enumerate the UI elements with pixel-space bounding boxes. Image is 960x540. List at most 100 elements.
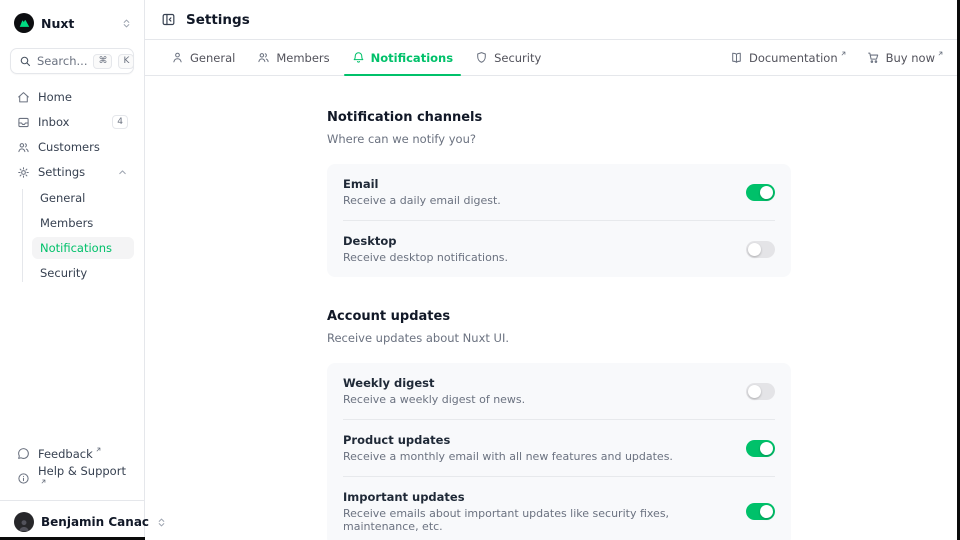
toggle-knob xyxy=(760,186,773,199)
people-icon xyxy=(257,51,270,64)
sidebar-item-notifications[interactable]: Notifications xyxy=(32,237,134,259)
app-window: Nuxt Search... ⌘ K Home xyxy=(0,0,960,540)
toolbar-actions: Documentation Buy now xyxy=(730,40,944,75)
setting-row-important-updates: Important updates Receive emails about i… xyxy=(327,477,791,540)
section-subtitle: Receive updates about Nuxt UI. xyxy=(327,331,791,345)
external-link-icon xyxy=(937,50,944,57)
external-link-icon xyxy=(40,478,47,485)
setting-row-weekly-digest: Weekly digest Receive a weekly digest of… xyxy=(327,363,791,419)
sidebar-item-customers[interactable]: Customers xyxy=(10,136,134,158)
kbd-meta: ⌘ xyxy=(93,54,112,69)
setting-text: Email Receive a daily email digest. xyxy=(343,177,732,207)
setting-row-desktop: Desktop Receive desktop notifications. xyxy=(327,221,791,277)
email-toggle[interactable] xyxy=(746,184,775,201)
section-account-updates: Account updates Receive updates about Nu… xyxy=(327,309,791,540)
tab-members[interactable]: Members xyxy=(247,40,339,75)
section-title: Account updates xyxy=(327,309,791,324)
settings-content: Notification channels Where can we notif… xyxy=(145,76,960,540)
setting-label: Product updates xyxy=(343,433,732,447)
search-icon xyxy=(19,55,31,67)
setting-text: Product updates Receive a monthly email … xyxy=(343,433,732,463)
sidebar-footer-divider xyxy=(0,500,144,501)
setting-description: Receive a weekly digest of news. xyxy=(343,393,732,406)
section-title: Notification channels xyxy=(327,110,791,125)
documentation-label: Documentation xyxy=(749,50,847,65)
sidebar-item-members[interactable]: Members xyxy=(32,212,134,234)
section-notification-channels: Notification channels Where can we notif… xyxy=(327,110,791,277)
toggle-knob xyxy=(748,385,761,398)
documentation-link[interactable]: Documentation xyxy=(730,50,847,65)
person-icon xyxy=(171,51,184,64)
sidebar-item-security[interactable]: Security xyxy=(32,262,134,284)
sidebar-item-general[interactable]: General xyxy=(32,187,134,209)
sidebar-nav: Home Inbox 4 Customers Settings xyxy=(10,86,134,284)
inbox-icon xyxy=(16,116,30,129)
desktop-toggle[interactable] xyxy=(746,241,775,258)
workspace-switcher[interactable]: Nuxt xyxy=(10,10,134,34)
settings-subnav: General Members Notifications Security xyxy=(22,187,134,284)
setting-label: Email xyxy=(343,177,732,191)
user-menu[interactable]: Benjamin Canac xyxy=(10,504,134,540)
sidebar-item-inbox[interactable]: Inbox 4 xyxy=(10,111,134,133)
chevron-up-down-icon xyxy=(121,18,132,29)
info-circle-icon xyxy=(16,472,30,485)
avatar xyxy=(14,512,34,532)
tab-label: Notifications xyxy=(371,51,453,65)
sidebar: Nuxt Search... ⌘ K Home xyxy=(0,0,145,540)
sidebar-footer: Feedback Help & Support Benjamin Canac xyxy=(10,442,134,540)
page-title: Settings xyxy=(186,12,250,28)
account-updates-card: Weekly digest Receive a weekly digest of… xyxy=(327,363,791,540)
settings-tabs: General Members Notifications xyxy=(161,40,551,75)
toggle-knob xyxy=(748,243,761,256)
cart-icon xyxy=(867,51,880,64)
buy-now-link[interactable]: Buy now xyxy=(867,50,944,65)
sidebar-item-home[interactable]: Home xyxy=(10,86,134,108)
bell-icon xyxy=(352,51,365,64)
user-name: Benjamin Canac xyxy=(41,515,149,529)
section-subtitle: Where can we notify you? xyxy=(327,132,791,146)
sidebar-item-settings[interactable]: Settings xyxy=(10,161,134,183)
sidebar-item-label: Home xyxy=(38,90,128,104)
search-input[interactable]: Search... ⌘ K xyxy=(10,48,134,74)
page-header: Settings xyxy=(145,0,960,40)
tab-security[interactable]: Security xyxy=(465,40,551,75)
tab-label: Members xyxy=(276,51,329,65)
collapse-sidebar-button[interactable] xyxy=(161,12,176,27)
feedback-link[interactable]: Feedback xyxy=(10,442,134,464)
tab-label: General xyxy=(190,51,235,65)
sidebar-subitem-label: Notifications xyxy=(40,241,112,255)
chevron-up-icon xyxy=(117,167,128,178)
sidebar-subitem-label: Security xyxy=(40,266,87,280)
buy-now-label: Buy now xyxy=(886,50,944,65)
setting-description: Receive desktop notifications. xyxy=(343,251,732,264)
tab-general[interactable]: General xyxy=(161,40,245,75)
help-support-link[interactable]: Help & Support xyxy=(10,467,134,489)
setting-label: Weekly digest xyxy=(343,376,732,390)
tab-label: Security xyxy=(494,51,541,65)
inbox-count-badge: 4 xyxy=(112,115,128,129)
sidebar-item-label: Inbox xyxy=(38,115,104,129)
external-link-icon xyxy=(840,50,847,57)
setting-label: Desktop xyxy=(343,234,732,248)
setting-description: Receive emails about important updates l… xyxy=(343,507,732,533)
setting-text: Weekly digest Receive a weekly digest of… xyxy=(343,376,732,406)
users-icon xyxy=(16,141,30,154)
workspace-name: Nuxt xyxy=(41,16,114,31)
chat-bubble-icon xyxy=(16,447,30,460)
help-support-label: Help & Support xyxy=(38,464,128,493)
settings-toolbar: General Members Notifications xyxy=(145,40,960,76)
toggle-knob xyxy=(760,442,773,455)
search-placeholder: Search... xyxy=(37,54,87,68)
sidebar-subitem-label: General xyxy=(40,191,85,205)
setting-row-product-updates: Product updates Receive a monthly email … xyxy=(327,420,791,476)
feedback-label: Feedback xyxy=(38,446,128,461)
important-updates-toggle[interactable] xyxy=(746,503,775,520)
setting-label: Important updates xyxy=(343,490,732,504)
product-updates-toggle[interactable] xyxy=(746,440,775,457)
weekly-digest-toggle[interactable] xyxy=(746,383,775,400)
notification-channels-card: Email Receive a daily email digest. Desk… xyxy=(327,164,791,277)
external-link-icon xyxy=(95,446,102,453)
home-icon xyxy=(16,91,30,104)
tab-notifications[interactable]: Notifications xyxy=(342,40,463,75)
shield-icon xyxy=(475,51,488,64)
